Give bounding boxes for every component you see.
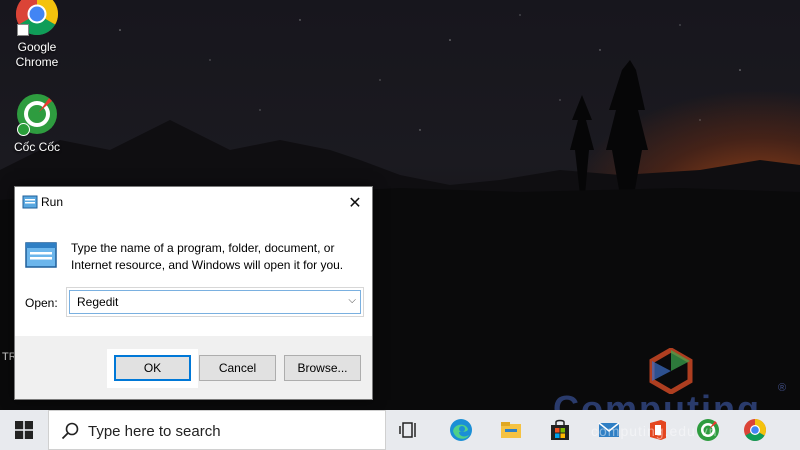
desktop-icon-google-chrome[interactable]: Google Chrome [0,0,74,70]
watermark-url: computing.edu.vn [591,423,718,439]
ok-button[interactable]: OK [114,355,191,381]
watermark-registered: ® [778,382,787,394]
open-label: Open: [25,296,58,310]
shortcut-arrow-icon [17,24,29,36]
task-view-icon[interactable] [398,418,422,442]
windows-logo-icon [15,421,33,439]
taskbar: Type here to search computing.edu.vn [0,410,800,450]
desktop-icon-label: Google [17,40,57,54]
desktop-icon-coc-coc[interactable]: Cốc Cốc [0,92,74,155]
chrome-icon [15,0,59,36]
close-icon: ✕ [348,193,362,212]
taskbar-search-box[interactable]: Type here to search [48,410,386,450]
dialog-body: Type the name of a program, folder, docu… [15,218,372,336]
desktop-icon-label: Cốc Cốc [13,140,60,154]
run-command-input[interactable] [69,290,361,314]
edge-icon[interactable] [449,418,473,442]
close-button[interactable]: ✕ [338,187,372,218]
coccoc-icon [15,92,59,136]
search-placeholder: Type here to search [88,423,221,440]
store-icon[interactable] [548,418,572,442]
open-combobox[interactable]: ⌵ [66,287,364,317]
run-dialog: Run ✕ Type the name of a program, folder… [14,186,373,400]
run-icon [22,195,38,209]
chevron-down-icon[interactable]: ⌵ [348,295,356,306]
file-explorer-icon[interactable] [499,418,523,442]
dialog-title: Run [41,195,64,209]
check-badge-icon [17,123,30,136]
start-button[interactable] [0,410,48,450]
dialog-titlebar[interactable]: Run ✕ [15,187,372,218]
run-program-icon [25,242,57,268]
search-icon [61,422,79,440]
chrome-icon[interactable] [743,418,767,442]
dialog-description: Type the name of a program, folder, docu… [71,241,344,272]
browse-button[interactable]: Browse... [284,355,361,381]
cancel-button[interactable]: Cancel [199,355,276,381]
desktop-icon-label: Chrome [15,55,59,69]
